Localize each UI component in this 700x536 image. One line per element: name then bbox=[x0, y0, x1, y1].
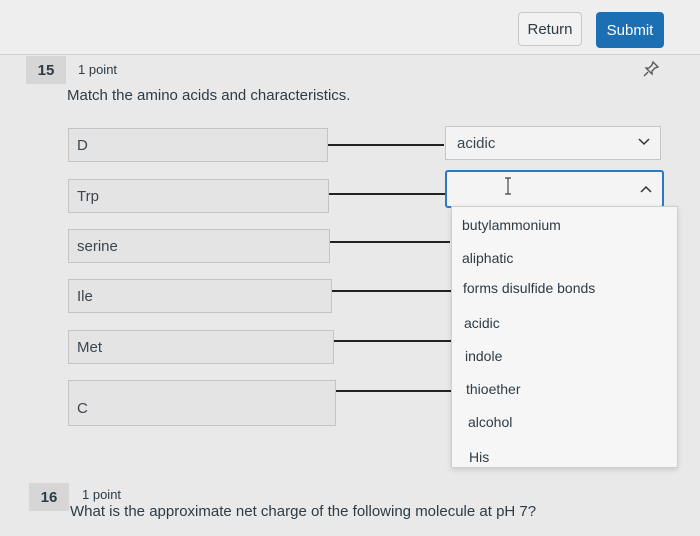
match-item-2: Trp bbox=[68, 179, 329, 213]
connector-line bbox=[332, 290, 452, 292]
match-item-5: Met bbox=[68, 330, 334, 364]
submit-button[interactable]: Submit bbox=[596, 12, 664, 48]
dropdown-list: butylammonium aliphatic forms disulfide … bbox=[451, 206, 678, 468]
chevron-up-icon bbox=[640, 185, 652, 193]
pin-icon[interactable] bbox=[642, 60, 660, 78]
text-cursor-icon bbox=[505, 177, 511, 195]
question-prompt: Match the amino acids and characteristic… bbox=[67, 87, 351, 104]
match-item-1: D bbox=[68, 128, 328, 162]
dropdown-option[interactable]: butylammonium bbox=[462, 217, 561, 233]
dropdown-option[interactable]: forms disulfide bonds bbox=[463, 280, 595, 296]
answer-select-2[interactable] bbox=[445, 170, 664, 208]
chevron-down-icon bbox=[638, 138, 650, 146]
answer-select-value: acidic bbox=[457, 134, 496, 152]
top-toolbar: Return Submit bbox=[0, 0, 700, 55]
match-item-6: C bbox=[68, 380, 336, 426]
connector-line bbox=[329, 193, 445, 195]
connector-line bbox=[328, 144, 444, 146]
question-points: 1 point bbox=[82, 487, 122, 502]
return-button[interactable]: Return bbox=[518, 12, 582, 46]
answer-select-1[interactable]: acidic bbox=[445, 126, 661, 160]
question-points: 1 point bbox=[78, 62, 118, 77]
match-item-3: serine bbox=[68, 229, 330, 263]
question-prompt: What is the approximate net charge of th… bbox=[70, 503, 537, 520]
match-item-4: Ile bbox=[68, 279, 332, 313]
question-number: 15 bbox=[26, 56, 66, 84]
dropdown-option[interactable]: acidic bbox=[464, 315, 500, 331]
dropdown-option[interactable]: aliphatic bbox=[462, 250, 513, 266]
dropdown-option[interactable]: indole bbox=[465, 348, 502, 364]
connector-line bbox=[330, 241, 450, 243]
connector-line bbox=[336, 390, 452, 392]
question-number: 16 bbox=[29, 483, 69, 511]
dropdown-option[interactable]: thioether bbox=[466, 381, 520, 397]
dropdown-option[interactable]: alcohol bbox=[468, 414, 512, 430]
dropdown-option[interactable]: His bbox=[469, 449, 489, 465]
connector-line bbox=[334, 340, 452, 342]
